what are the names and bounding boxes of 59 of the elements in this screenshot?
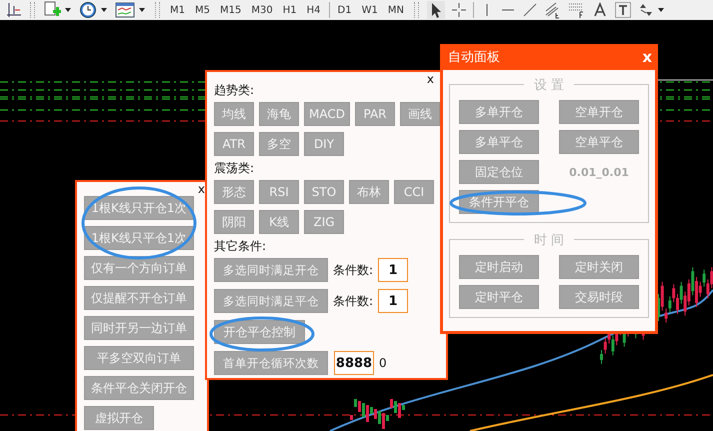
indicator-button[interactable]: ATR [214, 132, 254, 156]
action-button[interactable]: 固定仓位 [459, 160, 539, 184]
option-button[interactable]: 虚拟开仓 [84, 406, 154, 430]
action-button[interactable]: 多单平仓 [459, 130, 539, 154]
action-button[interactable]: 空单开仓 [559, 100, 639, 124]
panel-title: 自动面板 [448, 49, 500, 66]
close-button[interactable]: x [198, 182, 205, 196]
timeframe-button[interactable]: MN [384, 1, 408, 19]
indicator-button[interactable]: 多空 [259, 132, 299, 156]
action-button[interactable]: 空单平仓 [559, 130, 639, 154]
indicator-button[interactable]: STO [304, 180, 344, 204]
timeframe-button[interactable]: H4 [302, 1, 324, 19]
timeframe-button[interactable]: M15 [216, 1, 246, 19]
action-button[interactable]: 定时关闭 [559, 255, 639, 279]
timeframe-button[interactable]: H1 [278, 1, 301, 19]
indicator-button[interactable]: RSI [259, 180, 299, 204]
timeframe-button[interactable]: M1 [166, 1, 189, 19]
section-title: 趋势类: [214, 82, 256, 99]
control-button[interactable]: 开仓平仓控制 [214, 320, 305, 344]
lot-size-text: 0.01_0.01 [568, 164, 630, 181]
section-title: 震荡类: [214, 160, 256, 177]
timeframe-button[interactable]: M5 [191, 1, 214, 19]
indicator-button[interactable]: 形态 [214, 180, 254, 204]
indicator-button[interactable]: PAR [354, 102, 395, 126]
indicator-button[interactable]: CCI [394, 180, 434, 204]
condition-button[interactable]: 多选同时满足平仓 [214, 289, 328, 313]
action-button[interactable]: 多单开仓 [459, 100, 539, 124]
indicator-button[interactable]: 画线 [400, 102, 440, 126]
timeframe-button[interactable]: M30 [247, 1, 277, 19]
indicator-button[interactable]: K线 [259, 210, 299, 234]
count-label: 条件数: [333, 292, 374, 310]
count-field[interactable]: 1 [378, 289, 408, 313]
action-button[interactable]: 定时平仓 [459, 285, 539, 309]
indicator-button[interactable]: MACD [304, 102, 350, 126]
indicator-button[interactable]: DIY [304, 132, 344, 156]
timeframe-button[interactable]: D1 [334, 1, 356, 19]
option-button[interactable]: 仅有一个方向订单 [84, 256, 194, 280]
indicator-button[interactable]: 海龟 [259, 102, 299, 126]
option-button[interactable]: 仅提醒不开仓订单 [84, 286, 194, 310]
loop-counter: 0 [379, 356, 387, 370]
indicator-button[interactable]: 均线 [214, 102, 254, 126]
timeframe-button[interactable]: W1 [358, 1, 382, 19]
indicator-button[interactable]: 布林 [349, 180, 389, 204]
indicator-button[interactable]: ZIG [304, 210, 344, 234]
option-button[interactable]: 同时开另一边订单 [84, 316, 194, 340]
close-button[interactable]: x [426, 72, 434, 86]
action-button[interactable]: 交易时段 [559, 285, 639, 309]
count-field[interactable]: 1 [378, 258, 408, 282]
section-title: 其它条件: [214, 238, 268, 255]
indicator-button[interactable]: 阴阳 [214, 210, 254, 234]
count-label: 条件数: [333, 262, 374, 278]
condition-button[interactable]: 多选同时满足开仓 [214, 258, 328, 282]
loop-button[interactable]: 首单开仓循环次数 [214, 351, 328, 375]
option-button[interactable]: 平多空双向订单 [84, 346, 194, 370]
loop-count-field[interactable]: 8888 [334, 351, 374, 375]
group-title: 时 间 [524, 231, 574, 249]
close-button[interactable]: x [642, 48, 652, 66]
action-button[interactable]: 定时启动 [459, 255, 539, 279]
option-button[interactable]: 条件平仓关闭开仓 [84, 376, 194, 400]
